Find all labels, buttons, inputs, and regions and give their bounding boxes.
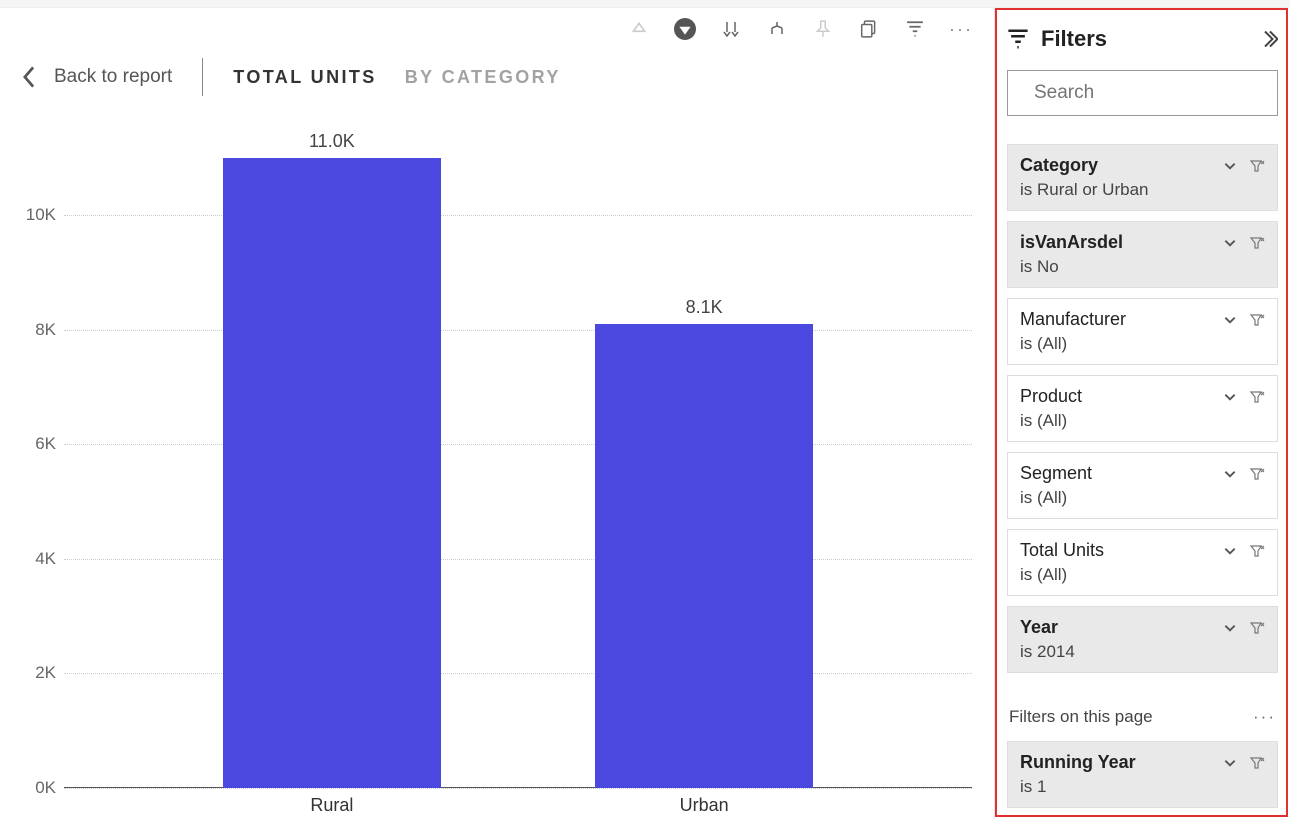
y-tick-label: 0K [12, 778, 56, 798]
page-filter-cards: Running Year is 1 [1007, 741, 1278, 808]
bar-chart: 0K 2K 4K 6K 8K 10K 11.0K Rural 8.1K Urban [4, 128, 990, 817]
filter-card-title: Total Units [1020, 540, 1213, 561]
expand-next-level-icon[interactable] [766, 18, 788, 40]
tab-by-category[interactable]: BY CATEGORY [405, 67, 561, 88]
chevron-down-icon[interactable] [1223, 390, 1237, 404]
gridline [64, 559, 972, 560]
top-strip [0, 0, 1290, 8]
filter-card-running-year[interactable]: Running Year is 1 [1007, 741, 1278, 808]
y-tick-label: 2K [12, 663, 56, 683]
bar-rural[interactable] [223, 158, 441, 788]
filter-card-isvanarsdel[interactable]: isVanArsdel is No [1007, 221, 1278, 288]
report-area: ··· Back to report TOTAL UNITS BY CATEGO… [0, 8, 994, 819]
clear-filter-icon[interactable] [1249, 621, 1265, 635]
filter-card-subtitle: is Rural or Urban [1020, 180, 1265, 200]
page-filters-more-icon[interactable]: ··· [1253, 707, 1276, 727]
clear-filter-icon[interactable] [1249, 236, 1265, 250]
chevron-left-icon [22, 66, 36, 88]
y-tick-label: 4K [12, 549, 56, 569]
visual-filter-cards: Category is Rural or Urban isVanArsdel is N… [1007, 144, 1278, 673]
plot-area: 0K2K4K6K8K10K11.0KRural8.1KUrban [64, 158, 972, 788]
clear-filter-icon[interactable] [1249, 313, 1265, 327]
filter-card-subtitle: is 2014 [1020, 642, 1265, 662]
filter-card-year[interactable]: Year is 2014 [1007, 606, 1278, 673]
filter-card-title: Year [1020, 617, 1213, 638]
more-options-icon[interactable]: ··· [950, 18, 972, 40]
clear-filter-icon[interactable] [1249, 756, 1265, 770]
gridline [64, 788, 972, 789]
filter-card-subtitle: is (All) [1020, 488, 1265, 508]
clear-filter-icon[interactable] [1249, 467, 1265, 481]
gridline [64, 673, 972, 674]
chevron-down-icon[interactable] [1223, 236, 1237, 250]
filter-card-product[interactable]: Product is (All) [1007, 375, 1278, 442]
drill-down-icon[interactable] [674, 18, 696, 40]
y-tick-label: 10K [12, 205, 56, 225]
filter-card-title: isVanArsdel [1020, 232, 1213, 253]
filter-card-manufacturer[interactable]: Manufacturer is (All) [1007, 298, 1278, 365]
bar-value-label: 8.1K [686, 297, 723, 318]
chevron-down-icon[interactable] [1223, 621, 1237, 635]
filter-card-title: Product [1020, 386, 1213, 407]
filter-card-category[interactable]: Category is Rural or Urban [1007, 144, 1278, 211]
copy-icon[interactable] [858, 18, 880, 40]
x-axis-category-label: Urban [680, 795, 729, 816]
chevron-down-icon[interactable] [1223, 467, 1237, 481]
expand-all-down-icon[interactable] [720, 18, 742, 40]
clear-filter-icon[interactable] [1249, 159, 1265, 173]
pin-icon[interactable] [812, 18, 834, 40]
y-tick-label: 8K [12, 320, 56, 340]
y-tick-label: 6K [12, 434, 56, 454]
chevron-down-icon[interactable] [1223, 544, 1237, 558]
drill-up-icon[interactable] [628, 18, 650, 40]
page-filters-section-label: Filters on this page ··· [1009, 707, 1276, 727]
filter-card-subtitle: is (All) [1020, 565, 1265, 585]
bar-urban[interactable] [595, 324, 813, 788]
filters-search[interactable] [1007, 70, 1278, 116]
chevron-down-icon[interactable] [1223, 159, 1237, 173]
filters-title: Filters [1041, 26, 1107, 52]
gridline [64, 330, 972, 331]
tab-total-units[interactable]: TOTAL UNITS [233, 67, 376, 88]
filters-pane: Filters Category is Rural or Urban isVanAr… [994, 8, 1290, 819]
main-layout: ··· Back to report TOTAL UNITS BY CATEGO… [0, 8, 1290, 819]
filter-card-segment[interactable]: Segment is (All) [1007, 452, 1278, 519]
chevron-down-icon[interactable] [1223, 756, 1237, 770]
filter-card-title: Running Year [1020, 752, 1213, 773]
chevron-down-icon[interactable] [1223, 313, 1237, 327]
back-label: Back to report [54, 66, 172, 88]
filters-header: Filters [1007, 26, 1278, 52]
tab-divider [202, 58, 203, 96]
back-to-report-button[interactable]: Back to report [22, 66, 172, 88]
collapse-pane-icon[interactable] [1262, 29, 1278, 49]
filters-icon [1007, 28, 1029, 50]
x-axis-category-label: Rural [310, 795, 353, 816]
filter-card-subtitle: is (All) [1020, 334, 1265, 354]
bar-value-label: 11.0K [309, 131, 355, 152]
filter-card-title: Category [1020, 155, 1213, 176]
visual-header-toolbar: ··· [628, 18, 972, 40]
filter-card-subtitle: is No [1020, 257, 1265, 277]
filter-card-subtitle: is 1 [1020, 777, 1265, 797]
clear-filter-icon[interactable] [1249, 544, 1265, 558]
gridline [64, 444, 972, 445]
clear-filter-icon[interactable] [1249, 390, 1265, 404]
filter-card-total-units[interactable]: Total Units is (All) [1007, 529, 1278, 596]
gridline [64, 215, 972, 216]
filter-card-subtitle: is (All) [1020, 411, 1265, 431]
filter-card-title: Segment [1020, 463, 1213, 484]
filter-icon[interactable] [904, 18, 926, 40]
filter-card-title: Manufacturer [1020, 309, 1213, 330]
search-input[interactable] [1032, 81, 1281, 105]
